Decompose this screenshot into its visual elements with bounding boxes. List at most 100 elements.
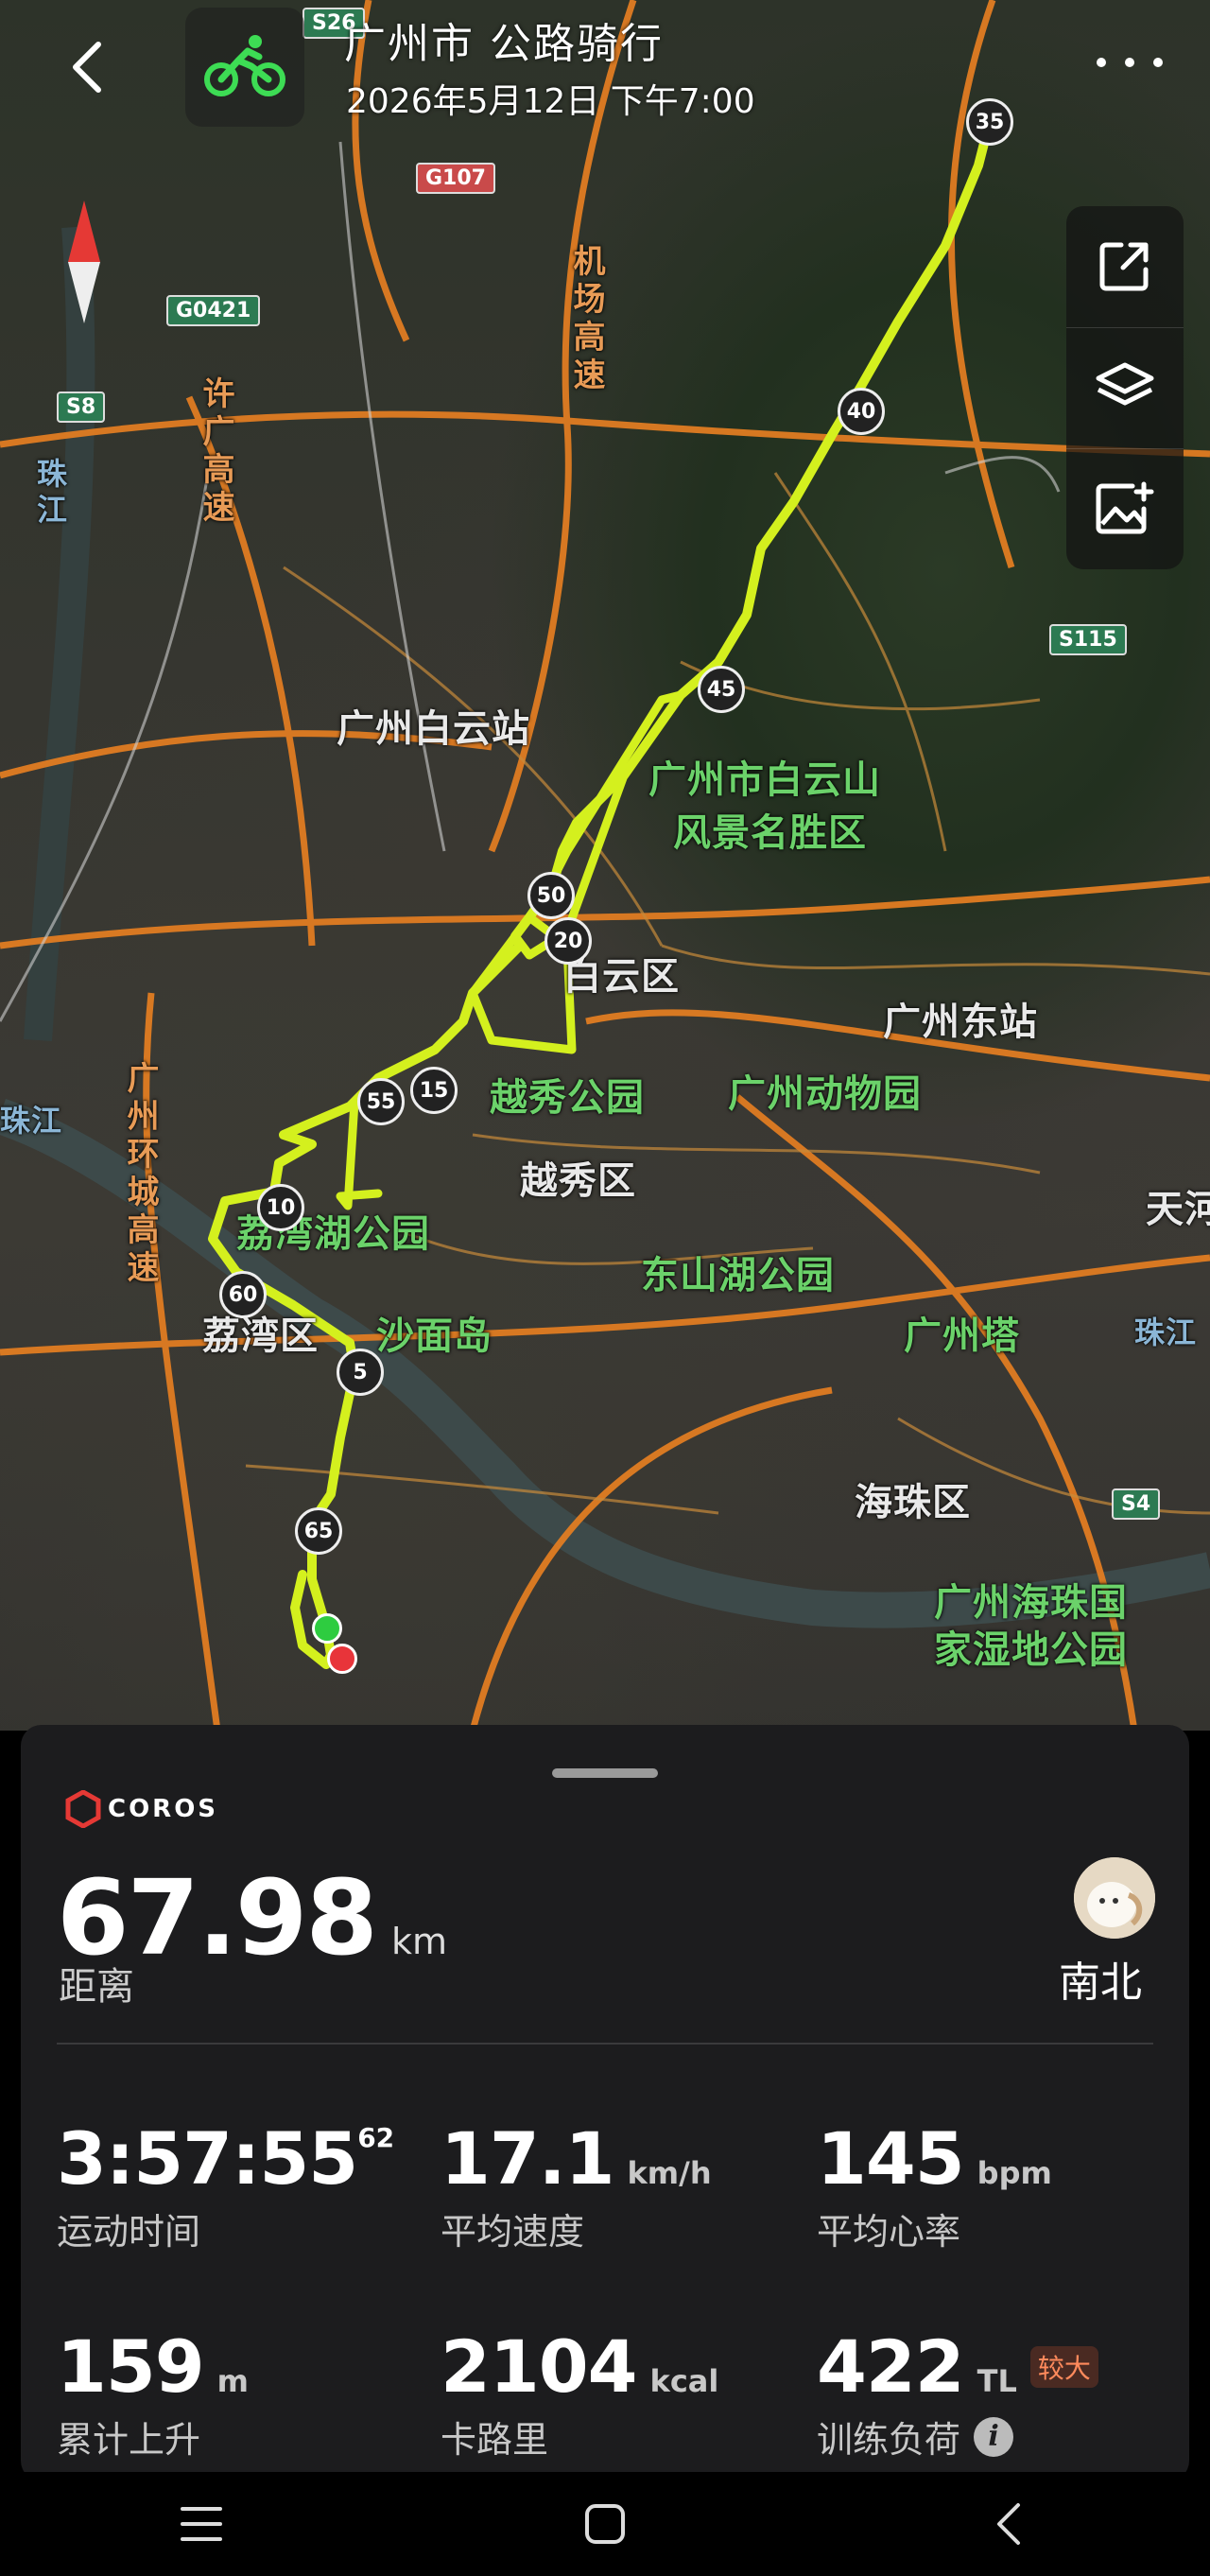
stat-label: 平均心率 [817, 2211, 961, 2253]
stat-unit: TL [977, 2363, 1017, 2399]
stat-duration: 3:57:55 62 运动时间 [57, 2116, 394, 2254]
stat-unit: m [216, 2363, 249, 2399]
sport-type-badge [185, 8, 304, 127]
map-label-baiyun-station: 广州白云站 [337, 707, 530, 751]
info-icon[interactable]: i [974, 2416, 1014, 2457]
layers-icon [1096, 362, 1154, 406]
map-label-yuexiu-park: 越秀公园 [490, 1076, 645, 1120]
map-label-river-1: 珠江 [32, 458, 68, 530]
km-marker: 15 [410, 1067, 458, 1114]
stat-label: 累计上升 [57, 2419, 201, 2461]
km-marker: 45 [698, 666, 745, 713]
map-label-liwan-district: 荔湾区 [202, 1314, 319, 1358]
system-back-button[interactable] [952, 2472, 1065, 2576]
activity-datetime: 2026年5月12日 下午7:00 [346, 82, 755, 121]
map-label-dongshan-lake: 东山湖公园 [641, 1254, 835, 1297]
map-label-tianhe: 天河 [1146, 1188, 1210, 1231]
road-shield-g107: G107 [416, 163, 495, 194]
stat-label: 卡路里 [441, 2419, 549, 2461]
stat-avg-heart-rate: 145 bpm 平均心率 [817, 2116, 1052, 2254]
map-label-haizhu-district: 海珠区 [855, 1481, 971, 1524]
km-marker: 55 [357, 1078, 405, 1125]
top-bar: 广州市 公路骑行 2026年5月12日 下午7:00 [0, 0, 1210, 142]
map-tool-panel [1066, 206, 1184, 569]
divider [57, 2043, 1153, 2045]
more-dot-icon [1153, 58, 1163, 67]
brand-logo: COROS [64, 1784, 218, 1835]
home-button[interactable] [548, 2472, 662, 2576]
training-load-badge: 较大 [1029, 2345, 1098, 2388]
more-options-button[interactable] [1097, 44, 1163, 81]
km-marker: 5 [337, 1349, 384, 1396]
share-icon [1099, 242, 1149, 291]
map-label-east-station: 广州东站 [883, 1001, 1038, 1044]
stat-sup: 62 [357, 2122, 395, 2153]
coros-logo-icon [65, 1790, 101, 1828]
km-marker: 65 [295, 1507, 342, 1555]
stat-elevation-gain: 159 m 累计上升 [57, 2324, 249, 2463]
map-label-river-3: 珠江 [1134, 1314, 1198, 1350]
system-nav-bar [0, 2472, 1210, 2576]
back-chevron-icon [996, 2503, 1020, 2545]
map-label-zoo: 广州动物园 [728, 1072, 922, 1116]
back-arrow-icon [73, 42, 101, 93]
add-image-icon [1096, 481, 1154, 534]
activity-title: 广州市 公路骑行 [344, 20, 664, 68]
road-shield-s115: S115 [1049, 624, 1127, 655]
share-button[interactable] [1066, 206, 1184, 325]
add-photo-button[interactable] [1066, 448, 1184, 568]
stat-unit: kcal [649, 2363, 719, 2399]
start-point-icon [312, 1613, 342, 1644]
stat-calories: 2104 kcal 卡路里 [441, 2324, 718, 2463]
username[interactable]: 南北 [1059, 1948, 1142, 2009]
stat-value: 159 [57, 2324, 205, 2409]
stat-label: 运动时间 [57, 2211, 201, 2253]
road-shield-g0421: G0421 [166, 295, 261, 326]
route-map[interactable]: 广州白云站 广州市白云山 风景名胜区 白云区 广州东站 越秀公园 广州动物园 越… [0, 0, 1210, 1731]
map-label-baiyunshan: 广州市白云山 [648, 758, 881, 802]
stat-unit: bpm [977, 2155, 1052, 2191]
home-square-icon [584, 2504, 625, 2544]
map-label-airport-expressway: 机场高速 [567, 244, 605, 395]
brand-name: COROS [108, 1795, 219, 1823]
stat-label: 平均速度 [441, 2211, 585, 2253]
stat-value: 17.1 [441, 2116, 615, 2201]
activity-summary-sheet[interactable]: COROS 67.98 km 距离 南北 3:57:55 62 运动时间 17.… [21, 1725, 1189, 2481]
road-shield-s8: S8 [57, 392, 106, 423]
km-marker: 50 [527, 872, 575, 919]
stat-value: 2104 [441, 2324, 638, 2409]
km-marker: 60 [219, 1271, 267, 1318]
more-dot-icon [1125, 58, 1134, 67]
stat-value: 145 [817, 2116, 965, 2201]
more-dot-icon [1097, 58, 1106, 67]
km-marker: 20 [544, 917, 592, 965]
recent-apps-button[interactable] [145, 2472, 258, 2576]
map-layers-button[interactable] [1066, 327, 1184, 447]
avatar-image [1074, 1857, 1155, 1939]
map-label-river-2: 珠江 [0, 1103, 63, 1139]
map-label-ring-expressway: 广州环城高速 [121, 1061, 159, 1288]
map-label-xuguang-expressway: 许广高速 [197, 376, 234, 528]
compass-icon[interactable] [62, 200, 106, 323]
distance-label: 距离 [59, 1965, 134, 2009]
km-marker: 10 [257, 1184, 304, 1231]
sheet-drag-handle[interactable] [552, 1768, 658, 1778]
road-shield-s4: S4 [1112, 1488, 1161, 1520]
stat-unit: km/h [627, 2155, 712, 2191]
distance-unit: km [390, 1921, 447, 1962]
km-marker: 40 [838, 388, 885, 435]
avatar[interactable] [1074, 1857, 1155, 1939]
map-label-baiyunshan-2: 风景名胜区 [673, 811, 867, 855]
stat-value: 3:57:55 [57, 2116, 358, 2201]
stat-avg-speed: 17.1 km/h 平均速度 [441, 2116, 712, 2254]
stat-value: 422 [817, 2324, 965, 2409]
back-button[interactable] [59, 34, 115, 100]
map-label-wetland-2: 家湿地公园 [934, 1628, 1128, 1672]
stat-label: 训练负荷 [817, 2419, 961, 2461]
menu-lines-icon [181, 2507, 223, 2541]
stat-training-load[interactable]: 422 TL 较大 训练负荷 i [817, 2324, 1098, 2463]
map-label-yuexiu-district: 越秀区 [520, 1159, 636, 1203]
map-label-tower: 广州塔 [904, 1314, 1020, 1358]
map-label-shamian: 沙面岛 [376, 1314, 493, 1358]
end-point-icon [327, 1644, 357, 1674]
